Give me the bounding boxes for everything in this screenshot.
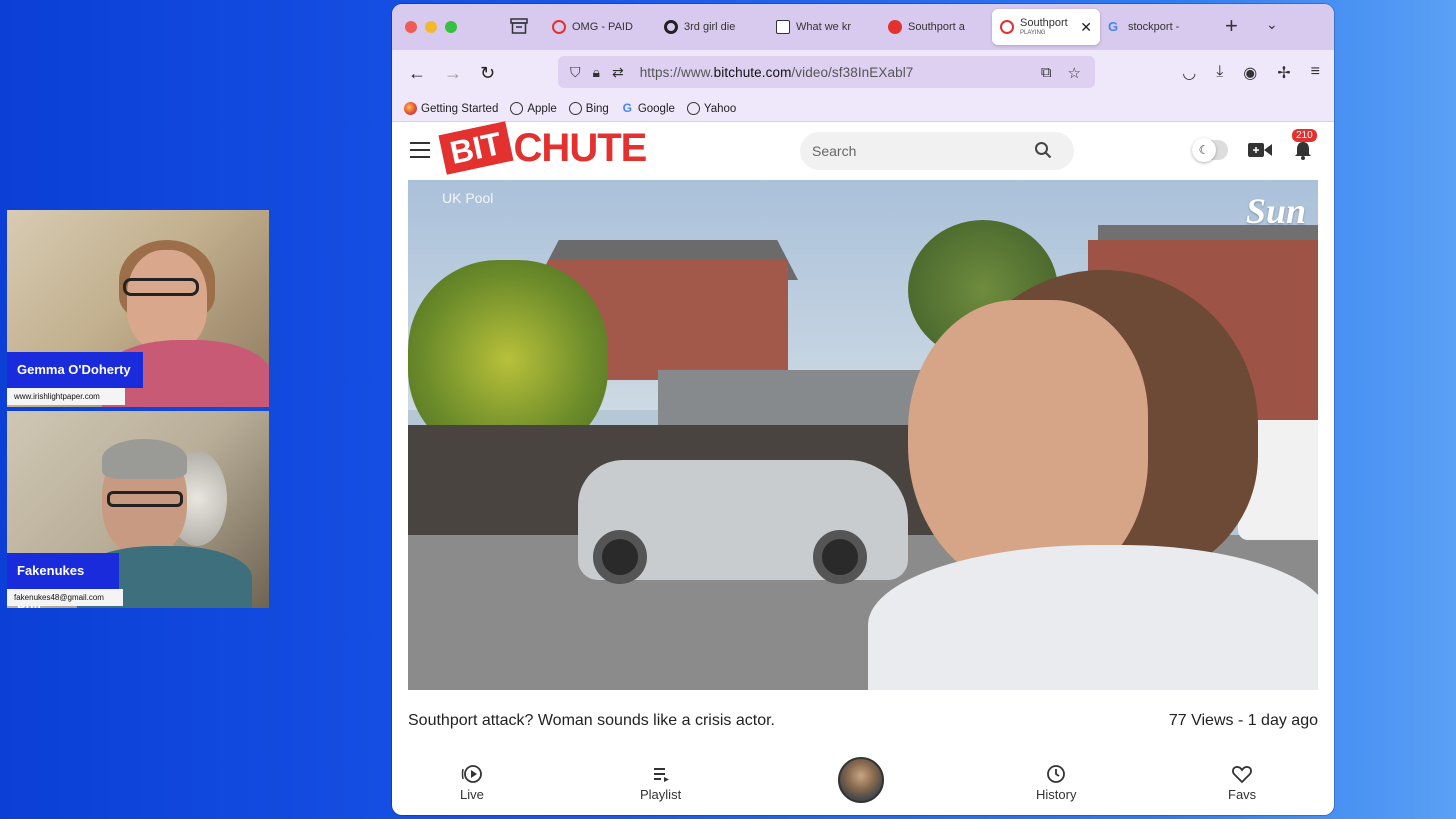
user-avatar[interactable] (838, 757, 884, 803)
globe-icon (510, 102, 524, 115)
live-icon (461, 765, 482, 783)
google-favicon-icon: G (1108, 19, 1119, 34)
tab-label: What we kr (796, 21, 852, 33)
shield-favicon-icon (888, 20, 902, 34)
navigation-bar: ← → ↻ ⛉ 🔒︎ ⇄ https://www.bitchute.com/vi… (392, 50, 1334, 96)
nav-favs[interactable]: Favs (1228, 763, 1256, 802)
tab-3rd-girl[interactable]: 3rd girl die (656, 9, 768, 45)
search-input[interactable] (812, 143, 1022, 159)
hamburger-menu-icon[interactable] (410, 142, 430, 163)
tab-label: 3rd girl die (684, 21, 736, 33)
close-window-button[interactable] (405, 21, 417, 33)
site-header: BIT CHUTE ☾ 210 (392, 121, 1334, 180)
tab-label: Southport (1020, 18, 1068, 29)
tab-bar: OMG - PAID 3rd girl die What we kr South… (392, 4, 1334, 50)
dots-favicon-icon (776, 20, 790, 34)
heart-icon (1232, 766, 1252, 784)
nav-live[interactable]: Live (460, 763, 484, 802)
bell-icon[interactable] (1294, 140, 1312, 160)
bookmark-google[interactable]: G Google (621, 102, 675, 115)
google-icon: G (622, 101, 632, 115)
globe-icon (568, 102, 582, 115)
back-arrow-icon[interactable]: ← (408, 63, 426, 83)
toolbar-icons: ◡ ⤓ ◉ ✢ ≡ (1182, 63, 1320, 83)
participant-hair (102, 439, 187, 479)
participant-face (127, 250, 207, 350)
tab-label: OMG - PAID (572, 21, 633, 33)
menu-icon[interactable]: ≡ (1311, 63, 1320, 83)
participant-tile-phil: Fakenukes Phil fakenukes48@gmail.com (7, 411, 269, 608)
bookmark-getting-started[interactable]: Getting Started (404, 102, 498, 115)
maximize-window-button[interactable] (445, 21, 457, 33)
address-bar[interactable]: ⛉ 🔒︎ ⇄ https://www.bitchute.com/video/sf… (558, 56, 1095, 88)
chevron-down-icon[interactable]: ⌄ (1266, 16, 1278, 33)
tab-label: stockport - (1128, 21, 1180, 33)
search-box (800, 132, 1074, 170)
extensions-icon[interactable]: ✢ (1277, 63, 1290, 83)
tab-southport-active[interactable]: Southport PLAYING ✕ (992, 9, 1100, 45)
bookmark-apple[interactable]: Apple (510, 102, 557, 115)
bitchute-logo[interactable]: BIT CHUTE (438, 121, 647, 175)
nav-playlist[interactable]: Playlist (640, 763, 681, 802)
participant-name: Fakenukes Phil (7, 553, 119, 608)
picture-in-picture-icon[interactable]: ⧉ (1041, 64, 1052, 82)
pocket-icon[interactable]: ◡ (1182, 63, 1196, 83)
tab-overview-icon[interactable] (510, 18, 528, 34)
participant-email: fakenukes48@gmail.com (7, 589, 123, 606)
url-text[interactable]: https://www.bitchute.com/video/sf38InEXa… (640, 65, 914, 80)
reload-icon[interactable]: ↻ (480, 63, 495, 83)
participant-tile-gemma: Gemma O'Doherty www.irishlightpaper.com (7, 210, 269, 407)
account-icon[interactable]: ◉ (1243, 63, 1257, 83)
moon-icon: ☾ (1192, 138, 1216, 162)
close-tab-icon[interactable]: ✕ (1080, 19, 1092, 36)
participant-website: www.irishlightpaper.com (7, 388, 125, 405)
firefox-icon (404, 102, 417, 115)
download-icon[interactable]: ⤓ (1216, 63, 1223, 83)
tab-stockport[interactable]: G stockport - (1100, 9, 1212, 45)
video-source-label: UK Pool (442, 190, 494, 206)
bookmarks-bar: Getting Started Apple Bing G Google Yahoo (392, 96, 1334, 122)
bookmark-bing[interactable]: Bing (568, 102, 609, 115)
notification-badge: 210 (1292, 129, 1317, 142)
video-stats: 77 Views - 1 day ago (1168, 712, 1318, 729)
broadcaster-logo: Sun (1245, 191, 1306, 231)
bookmark-star-icon[interactable]: ☆ (1068, 64, 1081, 82)
browser-window: OMG - PAID 3rd girl die What we kr South… (392, 4, 1334, 815)
bottom-navigation: Live Playlist History Favs (392, 749, 1334, 815)
eye-favicon-icon (664, 20, 678, 34)
permissions-icon[interactable]: ⇄ (612, 64, 624, 81)
window-controls (405, 21, 457, 33)
nav-history[interactable]: History (1036, 763, 1076, 802)
video-title: Southport attack? Woman sounds like a cr… (408, 712, 775, 729)
bookmark-yahoo[interactable]: Yahoo (686, 102, 736, 115)
forward-arrow-icon[interactable]: → (444, 63, 462, 83)
bitchute-favicon-icon (552, 20, 566, 34)
participant-name: Gemma O'Doherty (7, 352, 143, 388)
bitchute-favicon-icon (1000, 20, 1014, 34)
video-meta: Southport attack? Woman sounds like a cr… (408, 712, 1318, 730)
tab-southport-a[interactable]: Southport a (880, 9, 992, 45)
tab-what-we-know[interactable]: What we kr (768, 9, 880, 45)
new-tab-icon[interactable]: + (1225, 15, 1238, 37)
minimize-window-button[interactable] (425, 21, 437, 33)
tab-playing-label: PLAYING (1020, 30, 1046, 36)
globe-icon (686, 102, 700, 115)
playlist-icon (653, 768, 669, 782)
tab-label: Southport a (908, 21, 965, 33)
participant-glasses (107, 491, 183, 507)
tab-strip: OMG - PAID 3rd girl die What we kr South… (544, 9, 1212, 45)
participant-glasses (123, 278, 199, 296)
video-player[interactable]: UK Pool Sun (408, 180, 1318, 690)
tab-omg-paid[interactable]: OMG - PAID (544, 9, 656, 45)
video-camera-icon[interactable] (1248, 142, 1272, 158)
shield-icon[interactable]: ⛉ (570, 64, 581, 81)
lock-icon[interactable]: 🔒︎ (593, 64, 600, 81)
history-icon (1047, 765, 1066, 783)
dark-mode-toggle[interactable]: ☾ (1192, 138, 1228, 162)
search-icon[interactable] (1034, 141, 1052, 159)
